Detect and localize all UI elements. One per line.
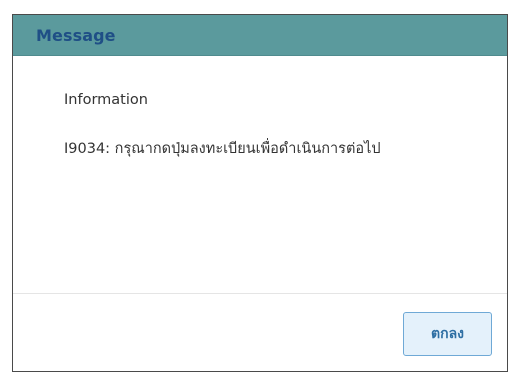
message-heading: Information: [64, 92, 148, 108]
ok-button[interactable]: ตกลง: [403, 312, 492, 356]
dialog-title: Message: [36, 26, 116, 45]
dialog-titlebar[interactable]: Message: [13, 15, 507, 56]
message-text: I9034: กรุณากดปุ่มลงทะเบียนเพื่อดำเนินกา…: [64, 141, 381, 157]
message-dialog: Message Information I9034: กรุณากดปุ่มลง…: [12, 14, 508, 372]
footer-divider: [13, 293, 507, 294]
